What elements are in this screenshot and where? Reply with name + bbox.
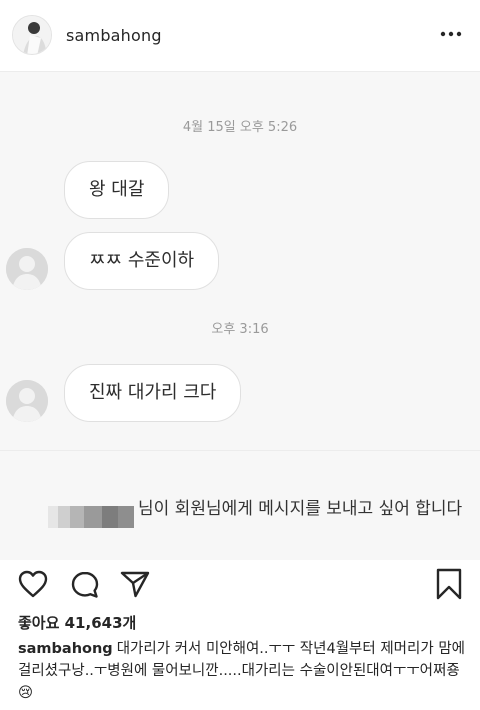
- message-request-text: 님이 회원님에게 메시지를 보내고 싶어 합니다: [138, 499, 463, 519]
- blurred-sender-name: [48, 506, 134, 528]
- heart-icon[interactable]: [18, 570, 48, 602]
- likes-count[interactable]: 좋아요 41,643개: [18, 612, 136, 633]
- section-divider: [0, 450, 480, 451]
- post-action-bar: [0, 560, 480, 608]
- post-caption: sambahong 대가리가 커서 미안해여..ㅜㅜ 작년4월부터 제머리가 맘에…: [18, 638, 470, 704]
- sender-avatar: [6, 380, 48, 422]
- bookmark-icon[interactable]: [436, 568, 462, 604]
- caption-username[interactable]: sambahong: [18, 641, 113, 657]
- comment-icon[interactable]: [70, 570, 100, 604]
- paper-plane-icon[interactable]: [120, 570, 150, 602]
- dm-timestamp: 4월 15일 오후 5:26: [182, 120, 298, 135]
- profile-avatar[interactable]: [12, 15, 52, 55]
- post-header: sambahong: [0, 0, 480, 72]
- dm-message-bubble: 진짜 대가리 크다: [64, 364, 242, 422]
- dm-message-bubble: ㅉㅉ 수준이하: [64, 232, 220, 290]
- sender-avatar: [6, 248, 48, 290]
- dm-timestamp: 오후 3:16: [211, 322, 269, 337]
- post-username[interactable]: sambahong: [66, 26, 162, 45]
- more-options-icon[interactable]: [440, 24, 462, 44]
- dm-message-bubble: 왕 대갈: [64, 161, 170, 219]
- post-image-dm-screenshot: 4월 15일 오후 5:26 왕 대갈 ㅉㅉ 수준이하 오후 3:16 진짜 대…: [0, 72, 480, 560]
